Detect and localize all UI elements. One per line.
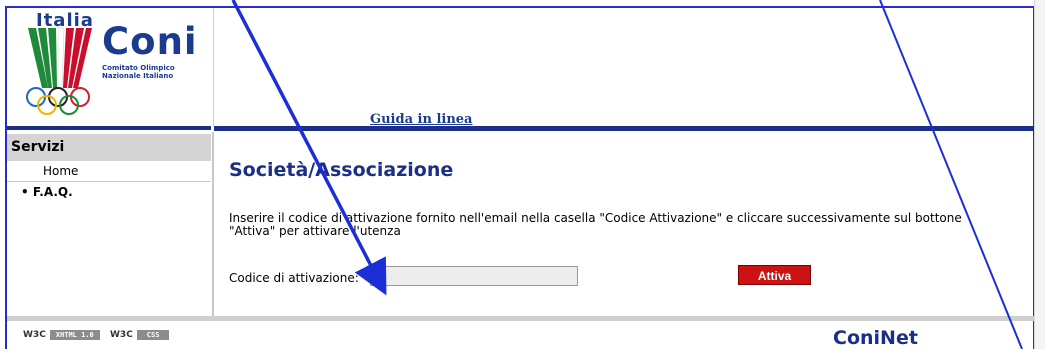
header-divider: [213, 8, 214, 126]
sidebar-heading: Servizi: [7, 132, 211, 161]
sidebar: Servizi Home • F.A.Q.: [7, 132, 211, 202]
header-bar-right: [214, 126, 1034, 131]
tricolor-stripes-icon: [28, 27, 92, 89]
w3c-mark: W3C: [110, 329, 133, 340]
activate-button[interactable]: Attiva: [738, 265, 811, 285]
footer-bar: [7, 316, 1034, 321]
help-link[interactable]: Guida in linea: [370, 112, 472, 127]
sidebar-divider: [212, 132, 214, 317]
w3c-css-badge[interactable]: W3C CSS: [110, 329, 170, 340]
logo-coni-text: Coni: [102, 20, 198, 63]
page-title: Società/Associazione: [229, 159, 454, 181]
logo-subtitle: Comitato Olimpico Nazionale Italiano: [102, 64, 175, 80]
vertical-scrollbar[interactable]: [1034, 0, 1045, 349]
css-badge-label: CSS: [136, 329, 170, 340]
header-bar-left: [7, 126, 211, 130]
activation-code-label: Codice di attivazione:: [229, 271, 359, 285]
w3c-xhtml-badge[interactable]: W3C XHTML 1.0: [23, 329, 100, 340]
olympic-rings-icon: [26, 87, 90, 115]
sidebar-item-home[interactable]: Home: [7, 161, 211, 182]
w3c-mark: W3C: [23, 329, 46, 340]
instructions-text: Inserire il codice di attivazione fornit…: [229, 211, 962, 238]
activation-code-input[interactable]: [370, 266, 578, 286]
xhtml-badge-label: XHTML 1.0: [49, 329, 100, 340]
sidebar-item-faq[interactable]: • F.A.Q.: [7, 182, 211, 202]
coni-logo: Italia Coni Comitato Olimpico Nazionale …: [24, 8, 214, 120]
coninet-brand: ConiNet: [833, 327, 918, 349]
